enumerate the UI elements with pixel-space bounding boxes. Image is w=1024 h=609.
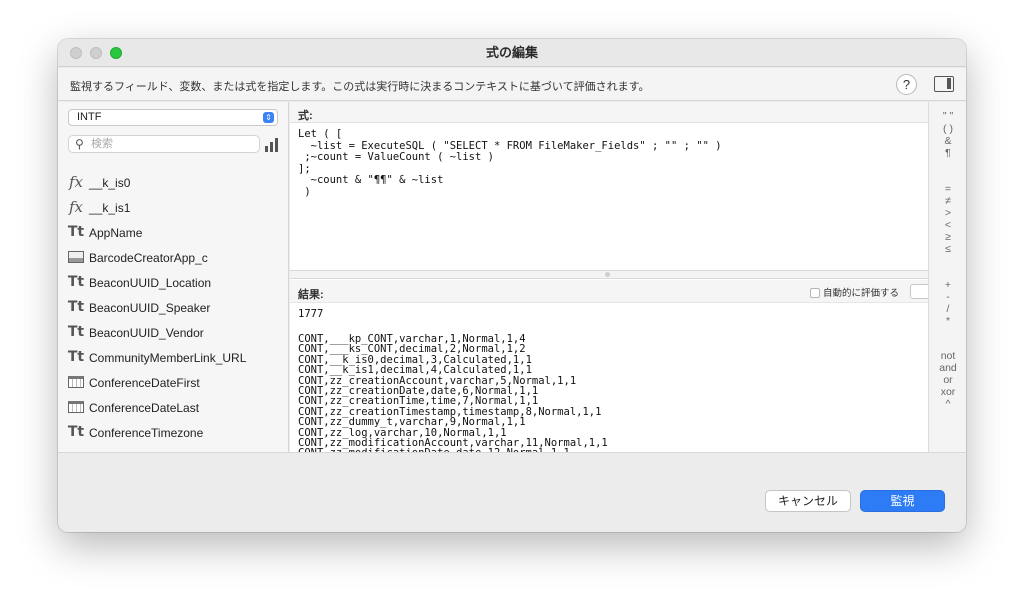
operator-button[interactable]: ^ [929,398,966,410]
field-item[interactable]: ConferenceDateFirst [58,370,288,395]
field-item[interactable]: Tt BeaconUUID_Vendor [58,320,288,345]
description-bar: 監視するフィールド、変数、または式を指定します。この式は実行時に決まるコンテキス… [58,68,966,101]
calculation-field-icon: fx [68,173,83,191]
result-line: CONT,__k_is1,decimal,4,Calculated,1,1 [298,364,532,377]
chevron-updown-icon: ⇕ [263,112,274,123]
search-input[interactable] [91,137,256,151]
text-field-icon: Tt [67,299,85,315]
text-field-icon: Tt [67,324,85,340]
operator-button[interactable]: ( ) [929,123,966,135]
field-item-label: __k_is0 [89,176,131,190]
operator-button[interactable]: ¶ [929,147,966,159]
field-item[interactable]: Tt BeaconUUID_Location [58,270,288,295]
formula-line: ~count & "¶¶" & ~list [298,174,444,186]
toggle-panel-icon[interactable] [934,76,954,92]
result-header: 結果: 自動的に評価する 評価 [290,280,966,303]
field-item-label: BarcodeCreatorApp_c [89,251,208,265]
button-bar: キャンセル 監視 [58,452,966,532]
calculation-field-icon: fx [68,198,83,216]
field-item[interactable]: BarcodeCreatorApp_c [58,245,288,270]
field-item-label: BeaconUUID_Location [89,276,212,290]
field-item-label: ConferenceDateLast [89,401,200,415]
field-item[interactable]: fx __k_is1 [58,195,288,220]
table-select-value: INTF [77,111,102,123]
formula-label: 式: [298,110,313,122]
operator-button[interactable]: - [929,291,966,303]
description-text: 監視するフィールド、変数、または式を指定します。この式は実行時に決まるコンテキス… [70,81,650,93]
edit-expression-dialog: 式の編集 監視するフィールド、変数、または式を指定します。この式は実行時に決まる… [58,39,966,532]
field-item-label: AppName [89,226,143,240]
date-field-icon [68,376,84,388]
field-item-label: BeaconUUID_Speaker [89,301,211,315]
formula-line: Let ( [ [298,128,343,140]
table-select[interactable]: INTF ⇕ [68,109,278,126]
result-label: 結果: [298,289,324,301]
operator-button[interactable]: ≤ [929,243,966,255]
field-item-label: CommunityMemberLink_URL [89,351,247,365]
field-list: fx __k_is0 fx __k_is1 Tt AppName BarcodeCreato… [58,170,288,452]
operator-button[interactable]: = [929,183,966,195]
formula-line: ) [298,185,311,198]
operator-button[interactable]: & [929,135,966,147]
formula-area: 式: Let ( [ ~list = ExecuteSQL ( "SELECT … [290,102,966,452]
auto-evaluate-checkbox[interactable]: 自動的に評価する [810,285,899,299]
field-sidebar: INTF ⇕ ⚲ fx__k_is0fx__k_is1TtAppNameBarc… [58,102,289,452]
formula-line: ;~count = ValueCount ( ~list ) [298,151,494,163]
search-icon: ⚲ [75,137,84,151]
field-item-label: ConferenceTimezone [89,426,204,440]
operator-button[interactable]: or [929,374,966,386]
field-item[interactable]: #DebugFlag_g [58,445,288,452]
text-field-icon: Tt [67,349,85,365]
operator-button[interactable]: ≥ [929,231,966,243]
checkbox-icon[interactable] [810,288,820,298]
date-field-icon [68,401,84,413]
auto-evaluate-label: 自動的に評価する [823,288,900,299]
operator-button[interactable]: ≠ [929,195,966,207]
title-bar: 式の編集 [58,39,966,67]
operator-button[interactable]: < [929,219,966,231]
cancel-button[interactable]: キャンセル [765,490,851,512]
splitter[interactable] [290,270,928,279]
formula-header: 式: [290,102,928,123]
field-item[interactable]: Tt AppName [58,220,288,245]
operator-button[interactable]: " " [929,110,966,122]
field-item-label: __k_is1 [89,201,131,215]
field-item-label: ConferenceDateFirst [89,376,200,390]
field-item[interactable]: Tt ConferenceTimezone [58,420,288,445]
operator-button[interactable]: + [929,279,966,291]
result-count: 1777 [298,308,324,320]
help-button[interactable]: ? [896,74,917,95]
search-field[interactable]: ⚲ [68,135,260,153]
operator-button[interactable]: and [929,362,966,374]
window-title: 式の編集 [485,45,538,60]
container-field-icon [68,251,84,263]
operator-button[interactable]: xor [929,386,966,398]
operator-panel: " "( ) & ¶ = ≠ > < ≥ ≤ + - / * not and or xor ^ [928,102,966,452]
operator-button[interactable]: * [929,315,966,327]
text-field-icon: Tt [67,424,85,440]
formula-editor[interactable]: Let ( [ ~list = ExecuteSQL ( "SELECT * F… [298,128,918,198]
result-line: CONT,zz_dummy_t,varchar,9,Normal,1,1 [298,416,526,429]
operator-button[interactable]: > [929,207,966,219]
operator-button[interactable]: / [929,303,966,315]
splitter-grip[interactable] [605,272,610,277]
result-output: CONT,___kp_CONT,varchar,1,Normal,1,4 CONT… [298,334,918,452]
field-item-label: BeaconUUID_Vendor [89,326,204,340]
sort-icon[interactable] [265,138,279,152]
operator-button[interactable]: not [929,350,966,362]
text-field-icon: Tt [67,224,85,240]
text-field-icon: Tt [67,274,85,290]
field-item[interactable]: Tt CommunityMemberLink_URL [58,345,288,370]
field-item[interactable]: fx __k_is0 [58,170,288,195]
monitor-button[interactable]: 監視 [860,490,945,512]
field-item[interactable]: ConferenceDateLast [58,395,288,420]
field-item[interactable]: Tt BeaconUUID_Speaker [58,295,288,320]
